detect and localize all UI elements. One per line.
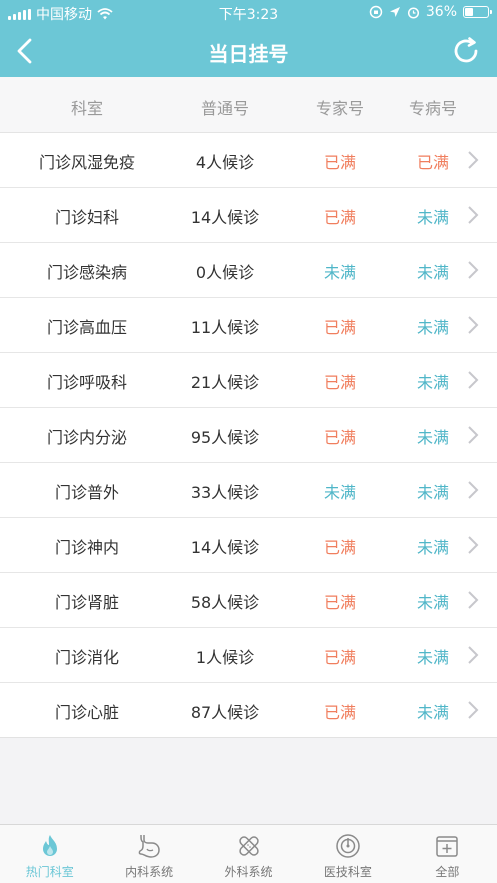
stomach-icon bbox=[138, 834, 160, 858]
expert-status: 已满 bbox=[323, 538, 356, 557]
tab-medical-technology[interactable]: 医技科室 bbox=[298, 825, 397, 883]
tab-label: 内科系统 bbox=[125, 865, 174, 879]
target-icon bbox=[336, 834, 360, 858]
chevron-right-icon bbox=[468, 481, 479, 499]
expert-status: 未满 bbox=[323, 483, 356, 502]
tab-label: 医技科室 bbox=[323, 865, 372, 879]
waiting-count: 58人候诊 bbox=[190, 593, 260, 612]
top-bar: 中国移动 下午3:23 36% 当日挂号 bbox=[0, 0, 497, 77]
refresh-icon[interactable] bbox=[451, 36, 481, 66]
waiting-count: 95人候诊 bbox=[190, 428, 260, 447]
dept-name: 门诊消化 bbox=[54, 648, 119, 667]
expert-status: 已满 bbox=[323, 428, 356, 447]
chevron-right-icon bbox=[468, 316, 479, 334]
column-header-dept: 科室 bbox=[70, 99, 103, 118]
chevron-right-icon bbox=[468, 206, 479, 224]
table-header: 科室 普通号 专家号 专病号 bbox=[0, 77, 497, 133]
column-header-special: 专病号 bbox=[408, 99, 457, 118]
chevron-right-icon bbox=[468, 261, 479, 279]
table-row[interactable]: 门诊感染病 0人候诊 未满 未满 bbox=[0, 243, 497, 298]
chevron-right-icon bbox=[468, 646, 479, 664]
page-title: 当日挂号 bbox=[208, 42, 289, 66]
dept-name: 门诊肾脏 bbox=[54, 593, 119, 612]
table-row[interactable]: 门诊内分泌 95人候诊 已满 未满 bbox=[0, 408, 497, 463]
tab-label: 全部 bbox=[435, 865, 460, 879]
flame-icon bbox=[42, 835, 57, 856]
alarm-icon bbox=[407, 6, 419, 19]
chevron-right-icon bbox=[468, 151, 479, 169]
waiting-count: 4人候诊 bbox=[195, 153, 255, 172]
expert-status: 已满 bbox=[323, 318, 356, 337]
waiting-count: 14人候诊 bbox=[190, 538, 260, 557]
table-row[interactable]: 门诊肾脏 58人候诊 已满 未满 bbox=[0, 573, 497, 628]
tab-label: 热门科室 bbox=[25, 865, 74, 879]
department-list: 门诊风湿免疫 4人候诊 已满 已满 门诊妇科 14人候诊 已满 未满 门诊感染病… bbox=[0, 133, 497, 738]
expert-status: 已满 bbox=[323, 373, 356, 392]
dept-name: 门诊风湿免疫 bbox=[38, 153, 135, 172]
tab-hot-departments[interactable]: 热门科室 bbox=[0, 825, 99, 883]
plus-box-icon bbox=[436, 836, 459, 857]
table-row[interactable]: 门诊消化 1人候诊 已满 未满 bbox=[0, 628, 497, 683]
tab-bar: 热门科室 内科系统 外科系统 医技科室 全部 bbox=[0, 824, 497, 883]
chevron-right-icon bbox=[468, 536, 479, 554]
waiting-count: 21人候诊 bbox=[190, 373, 260, 392]
table-row[interactable]: 门诊妇科 14人候诊 已满 未满 bbox=[0, 188, 497, 243]
dept-name: 门诊心脏 bbox=[54, 703, 119, 722]
tab-surgery[interactable]: 外科系统 bbox=[199, 825, 298, 883]
tab-all[interactable]: 全部 bbox=[398, 825, 497, 883]
waiting-count: 33人候诊 bbox=[190, 483, 260, 502]
expert-status: 已满 bbox=[323, 593, 356, 612]
dept-name: 门诊呼吸科 bbox=[46, 373, 127, 392]
table-row[interactable]: 门诊呼吸科 21人候诊 已满 未满 bbox=[0, 353, 497, 408]
dept-name: 门诊内分泌 bbox=[46, 428, 127, 447]
dept-name: 门诊神内 bbox=[54, 538, 119, 557]
tab-internal-medicine[interactable]: 内科系统 bbox=[99, 825, 198, 883]
waiting-count: 1人候诊 bbox=[195, 648, 255, 667]
chevron-right-icon bbox=[468, 591, 479, 609]
chevron-right-icon bbox=[468, 371, 479, 389]
dept-name: 门诊高血压 bbox=[46, 318, 127, 337]
table-row[interactable]: 门诊普外 33人候诊 未满 未满 bbox=[0, 463, 497, 518]
table-row[interactable]: 门诊风湿免疫 4人候诊 已满 已满 bbox=[0, 133, 497, 188]
location-icon bbox=[389, 7, 400, 17]
waiting-count: 0人候诊 bbox=[195, 263, 255, 282]
dept-name: 门诊普外 bbox=[54, 483, 119, 502]
expert-status: 已满 bbox=[323, 153, 356, 172]
rotation-lock-icon bbox=[369, 5, 383, 19]
expert-status: 已满 bbox=[323, 208, 356, 227]
table-row[interactable]: 门诊高血压 11人候诊 已满 未满 bbox=[0, 298, 497, 353]
nav-bar: 当日挂号 bbox=[0, 26, 497, 77]
bandage-icon bbox=[238, 836, 259, 856]
status-bar: 中国移动 下午3:23 36% bbox=[0, 0, 497, 26]
expert-status: 未满 bbox=[323, 263, 356, 282]
table-row[interactable]: 门诊神内 14人候诊 已满 未满 bbox=[0, 518, 497, 573]
table-row[interactable]: 门诊心脏 87人候诊 已满 未满 bbox=[0, 683, 497, 738]
column-header-expert: 专家号 bbox=[315, 99, 364, 118]
battery-icon bbox=[463, 6, 492, 18]
tab-label: 外科系统 bbox=[224, 865, 273, 879]
dept-name: 门诊感染病 bbox=[46, 263, 127, 282]
waiting-count: 11人候诊 bbox=[190, 318, 260, 337]
chevron-right-icon bbox=[468, 426, 479, 444]
dept-name: 门诊妇科 bbox=[54, 208, 119, 227]
column-header-normal: 普通号 bbox=[200, 99, 249, 118]
battery-percent: 36% bbox=[425, 4, 457, 20]
waiting-count: 87人候诊 bbox=[190, 703, 260, 722]
chevron-right-icon bbox=[468, 701, 479, 719]
expert-status: 已满 bbox=[323, 703, 356, 722]
expert-status: 已满 bbox=[323, 648, 356, 667]
waiting-count: 14人候诊 bbox=[190, 208, 260, 227]
